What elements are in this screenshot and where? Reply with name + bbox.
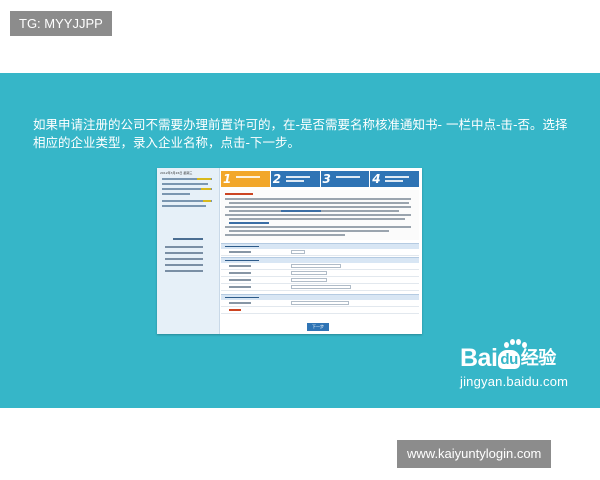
radio-group[interactable] [291, 250, 305, 254]
sidebar-nav-item[interactable] [165, 258, 203, 260]
sidebar-highlight [197, 178, 211, 180]
sidebar-nav-item[interactable] [165, 246, 203, 248]
step-1: 1 [221, 171, 270, 187]
screenshot-date: 2012年3月26日 星期三 [160, 171, 193, 175]
form-row [221, 249, 419, 256]
form-row [221, 307, 419, 314]
baidu-jingyan-logo: Bai du 经验 jingyan.baidu.com [460, 339, 569, 390]
sidebar-line [162, 193, 190, 195]
option-field[interactable] [291, 285, 351, 289]
company-name-input[interactable] [291, 301, 349, 305]
option-field[interactable] [291, 278, 327, 282]
sidebar-nav-item[interactable] [165, 252, 203, 254]
top-tag: TG: MYYJJPP [10, 11, 112, 36]
logo-domain: jingyan.baidu.com [460, 374, 569, 389]
form-row [221, 284, 419, 291]
form-row [221, 277, 419, 284]
enterprise-type-select[interactable] [291, 264, 341, 268]
sidebar-line [162, 183, 208, 185]
notice-box [221, 190, 419, 240]
screenshot-sidebar: 2012年3月26日 星期三 [157, 168, 220, 334]
logo-text-bai: Bai [460, 344, 498, 372]
form-row [221, 263, 419, 270]
step-progress-bar: 1 2 3 4 [221, 171, 419, 187]
bottom-site-tag: www.kaiyuntylogin.com [397, 440, 552, 468]
embedded-form-screenshot: 2012年3月26日 星期三 1 2 3 4 下一步 [157, 168, 422, 334]
option-field[interactable] [291, 271, 327, 275]
sidebar-line [162, 205, 206, 207]
sidebar-nav-item[interactable] [165, 264, 203, 266]
sidebar-highlight [201, 188, 211, 190]
step-2: 2 [270, 171, 320, 187]
step-4: 4 [370, 171, 419, 187]
sidebar-nav-item[interactable] [165, 270, 203, 272]
sidebar-nav-header [173, 238, 203, 240]
form-row [221, 270, 419, 277]
instruction-text: 如果申请注册的公司不需要办理前置许可的，在-是否需要名称核准通知书- 一栏中点-… [33, 117, 568, 150]
step-3: 3 [320, 171, 370, 187]
logo-text-du: du [498, 350, 520, 369]
sidebar-highlight [203, 200, 211, 202]
form-row [221, 300, 419, 307]
logo-text-jingyan: 经验 [520, 348, 557, 369]
next-step-button[interactable]: 下一步 [307, 323, 329, 331]
